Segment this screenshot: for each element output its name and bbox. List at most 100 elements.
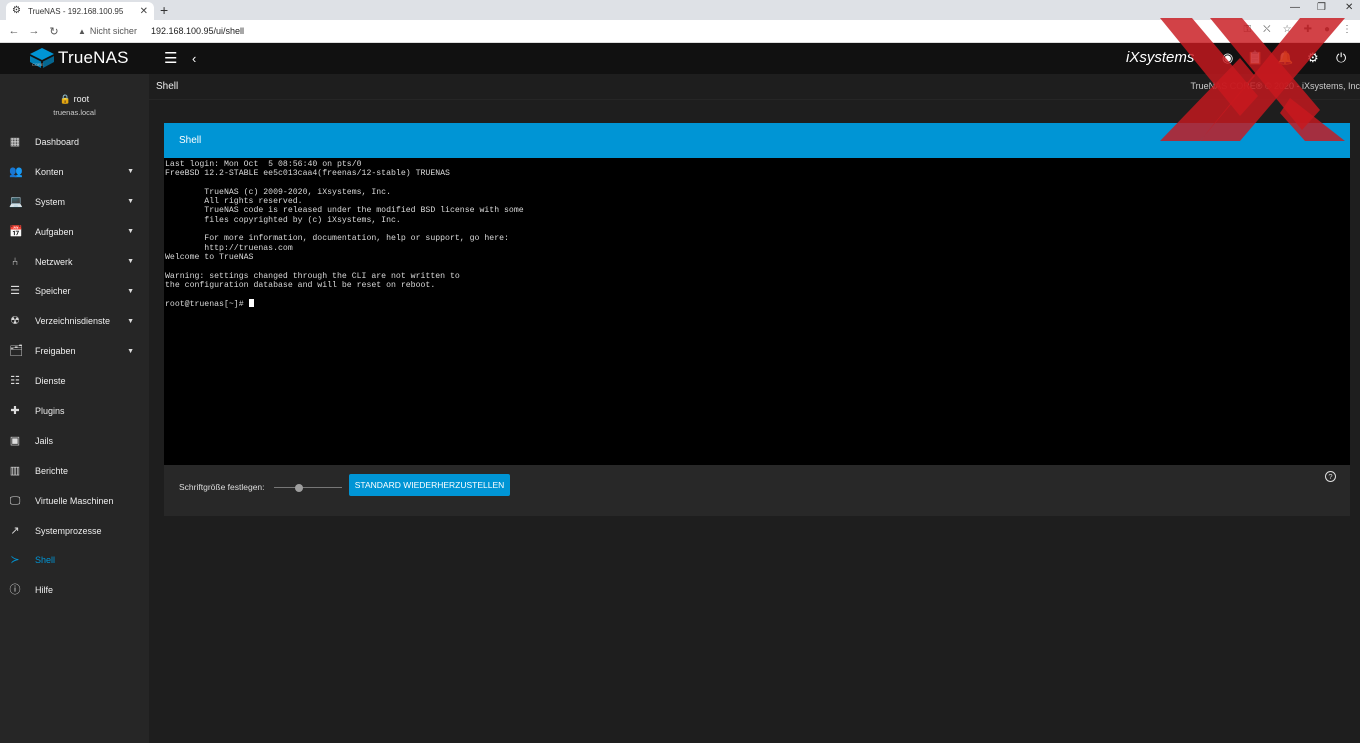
info-icon: ⓘ: [9, 584, 21, 597]
caret-down-icon: ▼: [127, 287, 134, 295]
security-label: Nicht sicher: [89, 26, 137, 36]
sidebar-item-label: Netzwerk: [35, 256, 73, 267]
terminal-line: Warning: settings changed through the CL…: [165, 271, 460, 281]
restore-window-button[interactable]: ❐: [1317, 2, 1326, 13]
minimize-window-button[interactable]: —: [1290, 2, 1300, 13]
terminal-line: Welcome to TrueNAS: [165, 252, 254, 262]
sidebar-nav: ▦ Dashboard 👥 Konten ▼ 💻 System ▼ 📅 Aufgaben ▼ …: [0, 127, 149, 605]
caret-down-icon: ▼: [127, 317, 134, 325]
sidebar-item-label: Konten: [35, 166, 64, 177]
watermark-logo-icon: [1160, 18, 1345, 141]
sidebar-item-virtuelle-maschinen[interactable]: 🖵 Virtuelle Maschinen: [0, 486, 149, 516]
sidebar-item-aufgaben[interactable]: 📅 Aufgaben ▼: [0, 217, 149, 247]
sidebar: 🔒 root truenas.local ▦ Dashboard 👥 Konten ▼…: [0, 74, 149, 743]
help-icon[interactable]: ?: [1325, 471, 1336, 482]
url-input[interactable]: 192.168.100.95/ui/shell: [151, 26, 244, 36]
browser-tabbar: ⚙ TrueNAS - 192.168.100.95 ✕ + — ❐ ✕: [0, 0, 1360, 20]
sidebar-item-label: Speicher: [35, 286, 71, 297]
terminal-line: FreeBSD 12.2-STABLE ee5c013caa4(freenas/…: [165, 169, 450, 179]
close-window-button[interactable]: ✕: [1345, 2, 1353, 13]
sidebar-item-dashboard[interactable]: ▦ Dashboard: [0, 127, 149, 157]
extension-icon: ✚: [10, 404, 20, 417]
sidebar-item-label: Plugins: [35, 405, 65, 416]
terminal-line: TrueNAS (c) 2009-2020, iXsystems, Inc.: [165, 187, 392, 197]
terminal-line: files copyrighted by (c) iXsystems, Inc.: [165, 215, 401, 225]
sidebar-item-plugins[interactable]: ✚ Plugins: [0, 396, 149, 426]
shell-card: Shell Last login: Mon Oct 5 08:56:40 on …: [164, 123, 1350, 516]
sidebar-item-freigaben[interactable]: 🗂 Freigaben ▼: [0, 336, 149, 366]
slider-thumb[interactable]: [295, 484, 303, 492]
logo-text: TrueNAS: [58, 48, 129, 67]
sidebar-item-label: Jails: [35, 435, 54, 446]
truenas-favicon-icon: ⚙: [12, 5, 21, 16]
terminal[interactable]: Last login: Mon Oct 5 08:56:40 on pts/0 F…: [164, 158, 1350, 465]
caret-down-icon: ▼: [127, 168, 134, 176]
font-size-label: Schriftgröße festlegen:: [179, 482, 265, 492]
computer-icon: 🖵: [9, 494, 21, 507]
sidebar-item-systemprozesse[interactable]: ↗ Systemprozesse: [0, 516, 149, 546]
caret-down-icon: ▼: [127, 347, 134, 355]
sidebar-item-label: Verzeichnisdienste: [35, 316, 111, 327]
terminal-line: the configuration database and will be r…: [165, 280, 436, 290]
warning-icon: ▲: [78, 27, 86, 36]
caret-down-icon: ▼: [127, 228, 134, 236]
dashboard-icon: ▦: [9, 135, 21, 148]
tab-title: TrueNAS - 192.168.100.95: [28, 6, 124, 16]
terminal-prompt-line: root@truenas[~]#: [165, 299, 1350, 309]
caret-down-icon: ▼: [127, 198, 134, 206]
lock-icon: 🔒: [59, 94, 72, 104]
laptop-icon: 💻: [9, 195, 23, 208]
sidebar-item-label: Aufgaben: [35, 226, 74, 237]
security-indicator[interactable]: ▲ Nicht sicher: [78, 26, 137, 36]
sidebar-item-jails[interactable]: ▣ Jails: [0, 426, 149, 456]
sidebar-item-label: System: [35, 196, 66, 207]
hostname: truenas.local: [53, 108, 96, 117]
folder-shared-icon: 🗂: [9, 345, 23, 358]
font-size-slider[interactable]: [274, 483, 342, 493]
sidebar-item-shell[interactable]: ≻ Shell: [0, 545, 149, 575]
terminal-cursor: [248, 299, 254, 308]
sidebar-item-system[interactable]: 💻 System ▼: [0, 187, 149, 217]
close-tab-icon[interactable]: ✕: [140, 6, 148, 17]
terminal-line: Last login: Mon Oct 5 08:56:40 on pts/0: [165, 160, 362, 169]
sidebar-item-dienste[interactable]: ☷ Dienste: [0, 366, 149, 396]
sidebar-item-label: Shell: [35, 555, 56, 566]
sidebar-item-konten[interactable]: 👥 Konten ▼: [0, 157, 149, 187]
terminal-prompt: root@truenas[~]#: [165, 300, 249, 310]
calendar-icon: 📅: [9, 225, 23, 238]
truenas-logo[interactable]: TrueNAS: [30, 48, 129, 68]
menu-toggle-icon[interactable]: ☰: [164, 51, 177, 66]
network-icon: ⑃: [11, 255, 19, 268]
browser-tab[interactable]: ⚙ TrueNAS - 192.168.100.95 ✕: [6, 2, 154, 20]
shell-controls: Schriftgröße festlegen: STANDARD WIEDERH…: [164, 465, 1350, 516]
report-icon: ▥: [9, 464, 21, 477]
new-tab-button[interactable]: +: [160, 2, 168, 18]
sidebar-item-label: Berichte: [35, 465, 69, 476]
sidebar-item-speicher[interactable]: ☰ Speicher ▼: [0, 276, 149, 306]
back-nav-icon[interactable]: ←: [4, 25, 24, 37]
tune-icon: ☷: [10, 375, 20, 388]
sidebar-item-netzwerk[interactable]: ⑃ Netzwerk ▼: [0, 247, 149, 277]
forward-nav-icon[interactable]: →: [24, 25, 44, 37]
top-toolbar: TrueNAS CORE ☰ ‹ iXsystems ◉ 📋 🔔 ⚙ ⏻: [0, 43, 1360, 74]
sidebar-item-label: Virtuelle Maschinen: [35, 495, 114, 506]
sidebar-item-verzeichnisdienste[interactable]: ☢ Verzeichnisdienste ▼: [0, 306, 149, 336]
sidebar-item-label: Hilfe: [35, 585, 54, 596]
user-name-row: 🔒 root: [0, 94, 149, 105]
restore-default-button[interactable]: STANDARD WIEDERHERZUSTELLEN: [349, 474, 510, 496]
slider-track: [274, 487, 342, 488]
reload-icon[interactable]: ↻: [44, 25, 64, 38]
user-name: root: [73, 94, 90, 104]
sidebar-item-hilfe[interactable]: ⓘ Hilfe: [0, 575, 149, 605]
storage-icon: ☰: [10, 285, 20, 298]
sidebar-item-berichte[interactable]: ▥ Berichte: [0, 456, 149, 486]
collapse-arrow-icon[interactable]: ‹: [192, 51, 196, 66]
sidebar-item-label: Systemprozesse: [35, 525, 102, 536]
page-title: Shell: [156, 81, 179, 92]
logo-subtitle: CORE: [32, 62, 44, 67]
terminal-line: TrueNAS code is released under the modif…: [165, 206, 524, 216]
user-info: 🔒 root truenas.local: [0, 74, 149, 127]
